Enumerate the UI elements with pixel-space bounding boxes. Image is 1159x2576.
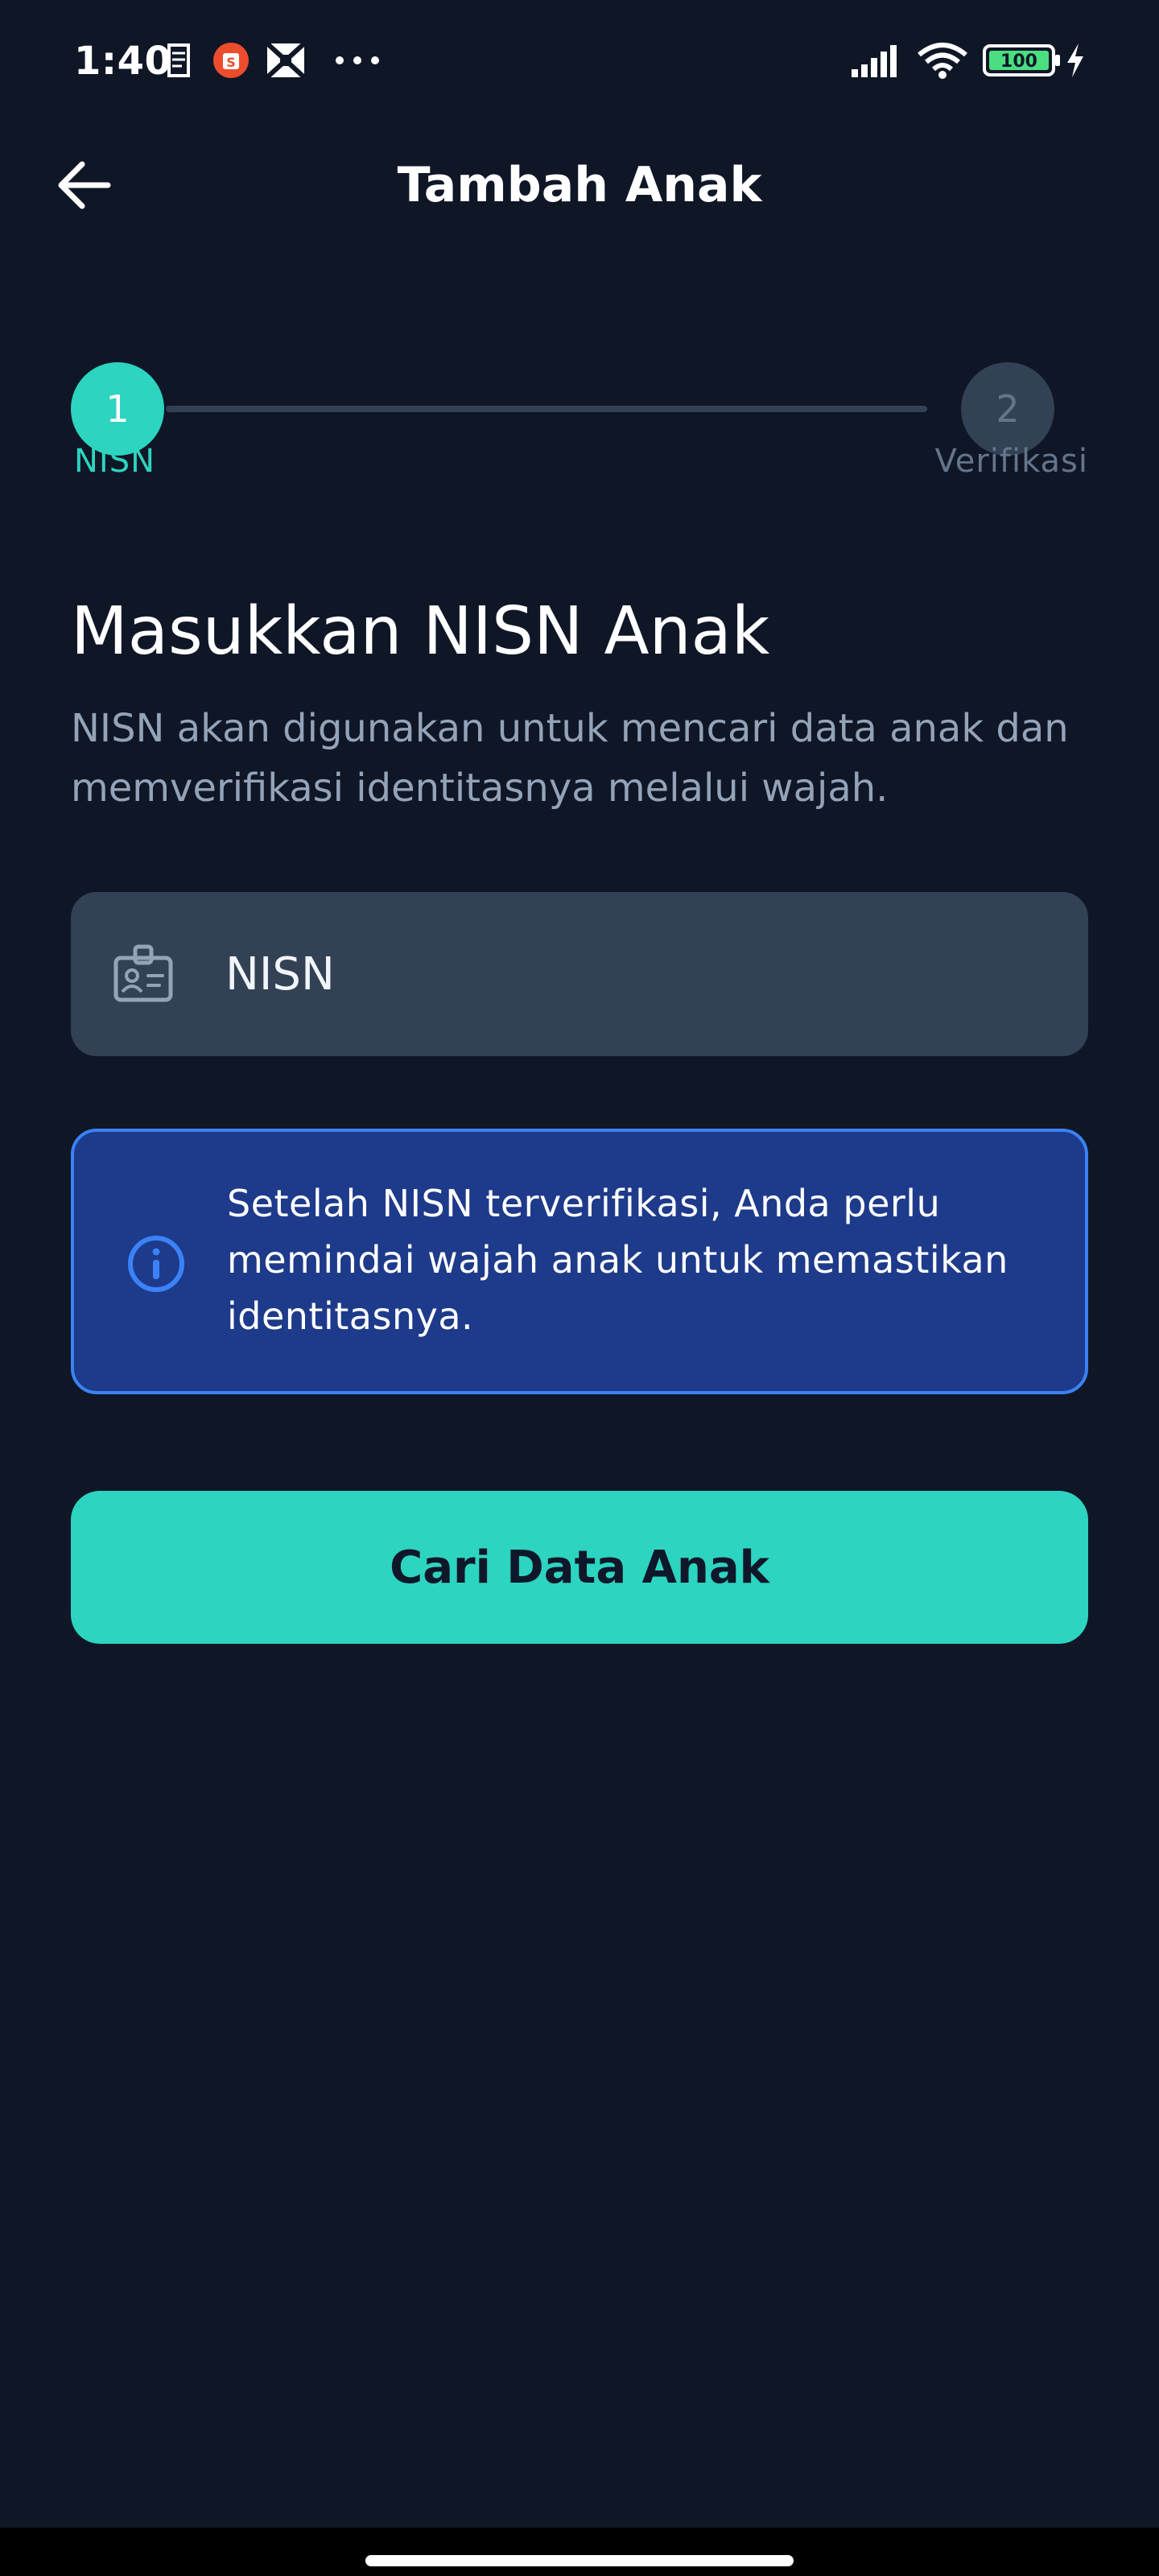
step-2-label: Verifikasi [934, 443, 1088, 480]
more-icon [336, 56, 379, 64]
stepper: 1 2 NISN Verifikasi [0, 322, 1159, 499]
content-subtitle: NISN akan digunakan untuk mencari data a… [71, 706, 1069, 811]
step-1-label: NISN [74, 443, 156, 480]
stepper-connector [166, 406, 927, 412]
step-1-indicator: 1 [71, 362, 164, 456]
charging-icon [1067, 43, 1083, 77]
search-child-button[interactable]: Cari Data Anak [71, 1491, 1088, 1644]
id-card-icon [113, 944, 173, 1002]
screen: 1:40 S 100 Tambah Anak 1 2 NISN Verifika… [0, 0, 1159, 2576]
signal-icon [852, 45, 897, 77]
nisn-input[interactable] [225, 892, 1054, 1056]
battery-icon: 100 [983, 44, 1060, 76]
svg-text:S: S [226, 55, 236, 70]
content-title: Masukkan NISN Anak [71, 593, 770, 670]
battery-level: 100 [1000, 52, 1037, 72]
status-time: 1:40 [74, 39, 172, 84]
info-text: Setelah NISN terverifikasi, Anda perlu m… [227, 1182, 1008, 1338]
step-2-indicator: 2 [961, 362, 1054, 456]
shopee-icon: S [213, 43, 249, 78]
sim-icon [167, 43, 190, 77]
nisn-input-container[interactable] [71, 892, 1088, 1056]
photo-icon [266, 42, 306, 79]
system-nav-bar [0, 2528, 1159, 2576]
status-bar: 1:40 S 100 [0, 0, 1159, 129]
app-header: Tambah Anak [0, 129, 1159, 242]
info-icon [128, 1236, 184, 1292]
wifi-icon [918, 43, 967, 79]
info-box: Setelah NISN terverifikasi, Anda perlu m… [71, 1129, 1088, 1394]
page-title: Tambah Anak [397, 157, 762, 213]
home-indicator[interactable] [365, 2555, 794, 2566]
